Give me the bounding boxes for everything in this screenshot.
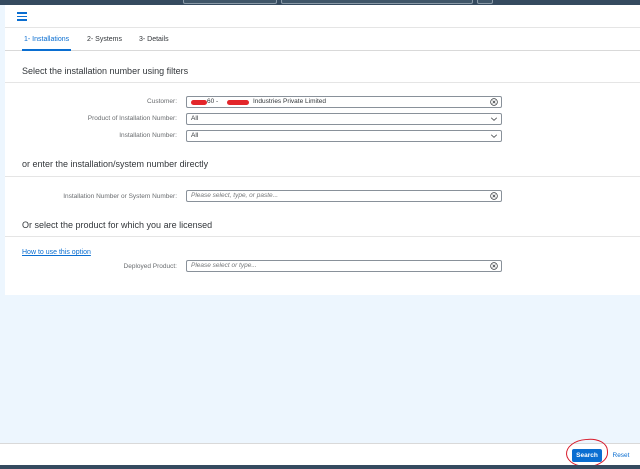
chevron-down-icon[interactable] bbox=[490, 115, 498, 123]
tab-details[interactable]: 3- Details bbox=[139, 28, 169, 51]
filters-section-title: Select the installation number using fil… bbox=[22, 66, 189, 76]
chevron-down-icon[interactable] bbox=[490, 132, 498, 140]
divider bbox=[5, 176, 640, 177]
footer-toolbar bbox=[0, 443, 640, 465]
customer-label: Customer: bbox=[147, 98, 177, 105]
clear-icon[interactable] bbox=[490, 262, 498, 270]
divider bbox=[5, 236, 640, 237]
top-shell-button[interactable] bbox=[477, 0, 493, 4]
clear-icon[interactable] bbox=[490, 98, 498, 106]
redaction-mark bbox=[227, 100, 249, 105]
tab-installations[interactable]: 1- Installations bbox=[21, 28, 72, 51]
clear-icon[interactable] bbox=[490, 192, 498, 200]
installation-number-label: Installation Number: bbox=[119, 132, 177, 139]
installation-number-select[interactable]: All bbox=[186, 130, 502, 142]
bottom-shell-strip bbox=[0, 465, 640, 469]
installation-or-system-number-input[interactable]: Please select, type, or paste... bbox=[186, 190, 502, 202]
customer-field[interactable]: 60 - Industries Private Limited bbox=[186, 96, 502, 108]
product-of-installation-label: Product of Installation Number: bbox=[87, 115, 177, 122]
redaction-mark bbox=[191, 100, 207, 105]
deployed-product-placeholder: Please select or type... bbox=[191, 262, 257, 269]
menu-icon[interactable] bbox=[17, 12, 27, 21]
product-of-installation-select[interactable]: All bbox=[186, 113, 502, 125]
customer-value-visible: 60 - bbox=[207, 98, 219, 105]
reset-button[interactable]: Reset bbox=[608, 449, 634, 462]
divider bbox=[5, 82, 640, 83]
tab-systems[interactable]: 2- Systems bbox=[87, 28, 122, 51]
top-shell-search[interactable] bbox=[281, 0, 473, 4]
direct-section-title: or enter the installation/system number … bbox=[22, 159, 209, 169]
top-shell-field[interactable] bbox=[183, 0, 277, 4]
wizard-tab-bar: 1- Installations 2- Systems 3- Details bbox=[5, 28, 640, 51]
product-of-installation-value: All bbox=[191, 115, 199, 122]
shell-bar bbox=[5, 5, 640, 28]
installation-or-system-number-label: Installation Number or System Number: bbox=[63, 193, 177, 200]
main-content: Select the installation number using fil… bbox=[5, 51, 640, 295]
customer-value-rest: Industries Private Limited bbox=[253, 98, 326, 105]
product-section-title: Or select the product for which you are … bbox=[22, 220, 213, 230]
deployed-product-label: Deployed Product: bbox=[123, 263, 177, 270]
deployed-product-input[interactable]: Please select or type... bbox=[186, 260, 502, 272]
installation-or-system-number-placeholder: Please select, type, or paste... bbox=[191, 192, 279, 199]
how-to-use-link[interactable]: How to use this option bbox=[22, 249, 91, 256]
installation-number-value: All bbox=[191, 132, 199, 139]
